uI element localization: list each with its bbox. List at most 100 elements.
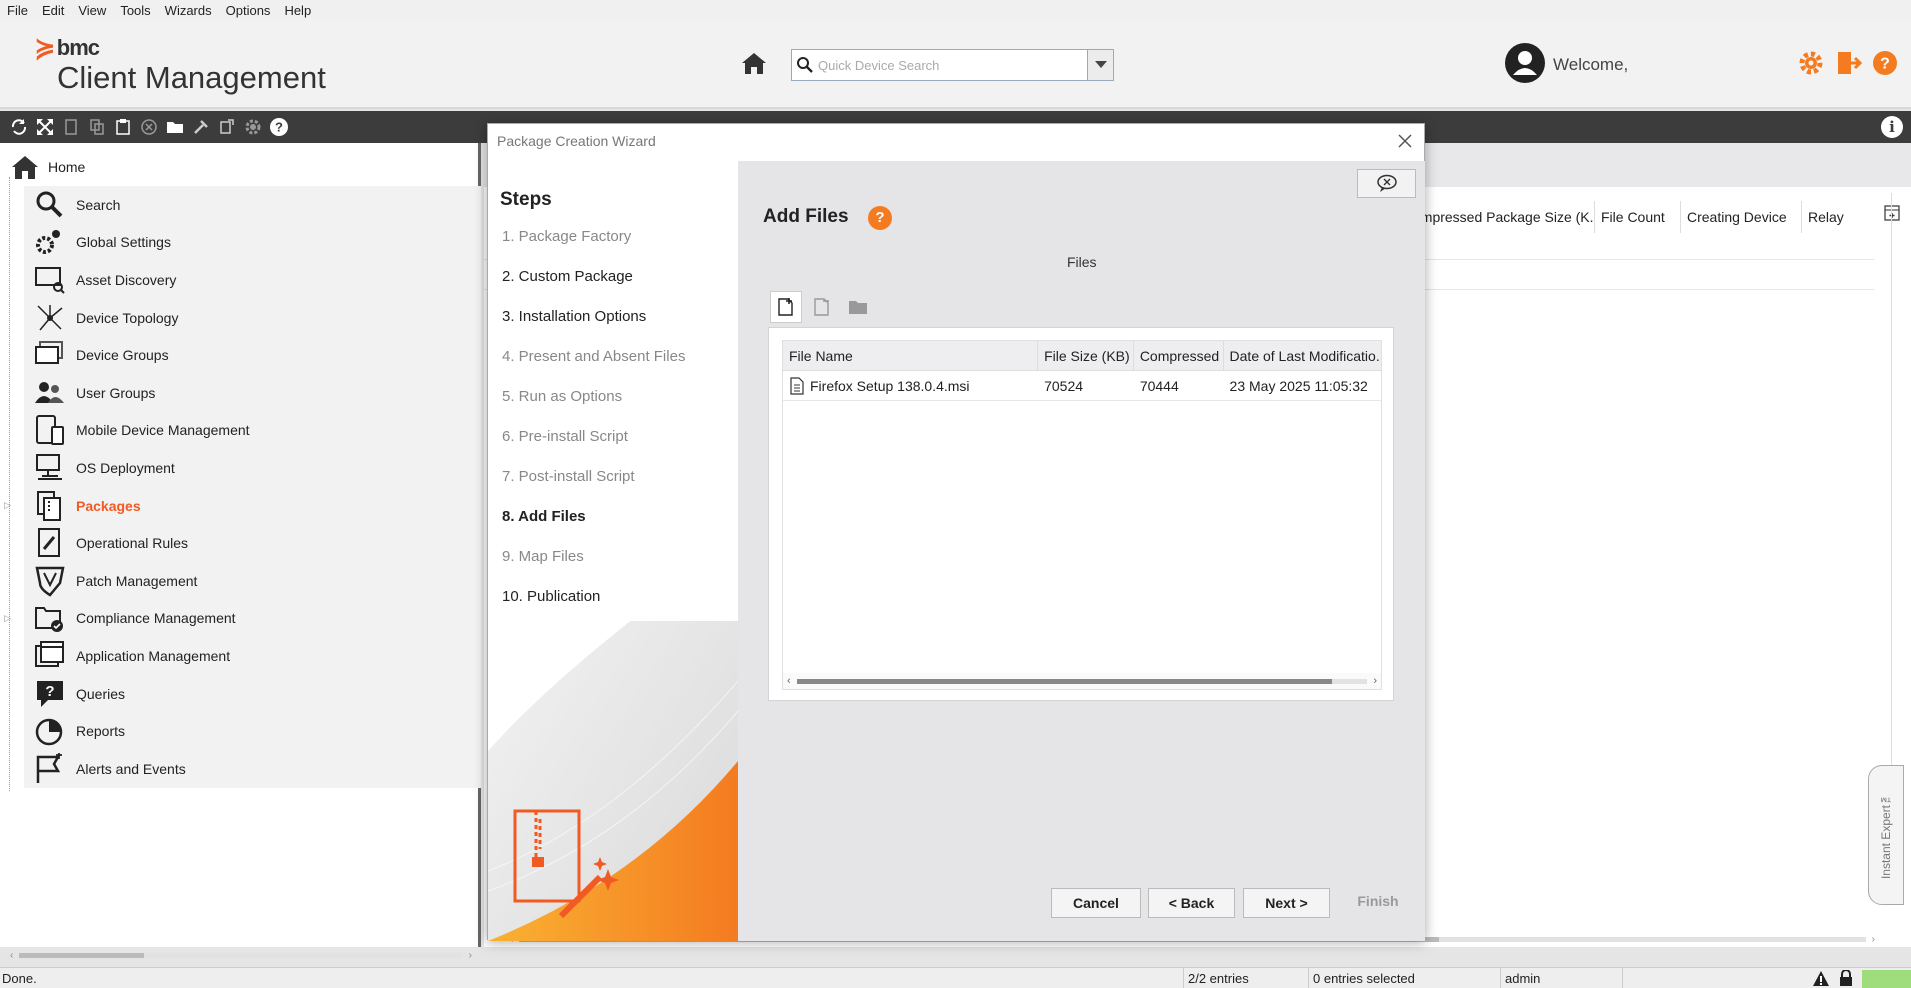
menu-help[interactable]: Help <box>277 3 318 18</box>
sidebar-item-asset-discovery[interactable]: Asset Discovery <box>24 261 481 299</box>
sidebar-item-search[interactable]: Search <box>24 186 481 224</box>
help-circle-icon[interactable]: ? <box>268 116 290 138</box>
sidebar-item-label: Packages <box>76 497 141 514</box>
scroll-right-icon[interactable]: › <box>469 950 472 961</box>
instant-expert-label: Instant Expert™ <box>1879 790 1893 880</box>
page-title: Add Files <box>763 206 849 227</box>
col-file-size[interactable]: File Size (KB) <box>1038 341 1134 370</box>
nav-horizontal-scrollbar[interactable]: ‹ › <box>10 948 472 962</box>
col-creating-device[interactable]: Creating Device <box>1681 201 1802 233</box>
menu-wizards[interactable]: Wizards <box>158 3 219 18</box>
scroll-right-icon[interactable]: › <box>1872 934 1875 945</box>
files-table-header: File Name File Size (KB) Compressed Date… <box>783 341 1381 371</box>
sidebar-item-operational-rules[interactable]: Operational Rules <box>24 524 481 562</box>
sidebar-item-mobile-device-management[interactable]: Mobile Device Management <box>24 412 481 450</box>
sidebar-item-packages[interactable]: ▷ Packages <box>4 487 481 525</box>
sidebar-item-label: User Groups <box>76 384 156 401</box>
paste-icon[interactable] <box>112 116 134 138</box>
warning-icon[interactable] <box>1812 970 1830 987</box>
files-horizontal-scrollbar[interactable]: ‹ › <box>783 673 1381 689</box>
files-label: Files <box>1067 254 1097 270</box>
help-badge[interactable]: ? <box>868 206 892 230</box>
col-date-modified[interactable]: Date of Last Modificatio... <box>1224 341 1381 370</box>
col-compressed-size[interactable]: ompressed Package Size (K... <box>1407 201 1595 233</box>
wizard-close-button[interactable] <box>1394 130 1416 152</box>
expand-toggle-icon[interactable]: ▷ <box>4 613 11 624</box>
menu-view[interactable]: View <box>71 3 113 18</box>
sidebar-item-application-management[interactable]: Application Management <box>24 637 481 675</box>
users-icon <box>34 377 66 409</box>
nav-scroll-thumb[interactable] <box>19 952 145 958</box>
tree-connector <box>9 177 25 791</box>
status-bar: Done. 2/2 entries 0 entries selected adm… <box>0 967 1911 988</box>
file-toolbar <box>770 291 878 323</box>
col-file-count[interactable]: File Count <box>1595 201 1681 233</box>
wizard-step: 6. Pre-install Script <box>502 428 628 445</box>
expand-toggle-icon[interactable]: ▷ <box>4 500 11 511</box>
sidebar-item-alerts-and-events[interactable]: Alerts and Events <box>24 750 481 788</box>
sidebar-item-label: Global Settings <box>76 234 171 251</box>
remove-file-button[interactable] <box>806 291 838 323</box>
file-icon <box>790 376 804 395</box>
menu-edit[interactable]: Edit <box>35 3 71 18</box>
menu-tools[interactable]: Tools <box>113 3 157 18</box>
next-button[interactable]: Next > <box>1243 888 1330 918</box>
sidebar-item-global-settings[interactable]: Global Settings <box>24 224 481 262</box>
logout-button[interactable] <box>1834 49 1863 77</box>
chat-button[interactable] <box>1357 169 1416 198</box>
col-compressed[interactable]: Compressed <box>1134 341 1224 370</box>
instant-expert-tab[interactable]: Instant Expert™ <box>1868 765 1904 905</box>
col-relay[interactable]: Relay <box>1802 201 1854 233</box>
compliance-icon <box>34 602 66 634</box>
scroll-left-icon[interactable]: ‹ <box>783 675 791 687</box>
menu-options[interactable]: Options <box>219 3 278 18</box>
col-file-name[interactable]: File Name <box>783 341 1039 370</box>
scroll-left-icon[interactable]: ‹ <box>10 950 13 961</box>
wizard-step[interactable]: 10. Publication <box>502 588 600 605</box>
wizard-step: 7. Post-install Script <box>502 468 635 485</box>
help-button[interactable]: ? <box>1871 49 1899 77</box>
wizard-step[interactable]: 2. Custom Package <box>502 268 633 285</box>
wizard-step[interactable]: 3. Installation Options <box>502 308 646 325</box>
sidebar-item-os-deployment[interactable]: OS Deployment <box>24 449 481 487</box>
home-button[interactable] <box>739 48 769 78</box>
back-button[interactable]: < Back <box>1148 888 1235 918</box>
add-folder-button[interactable] <box>842 291 874 323</box>
table-row[interactable]: Firefox Setup 138.0.4.msi 70524 70444 23… <box>783 371 1381 401</box>
add-file-button[interactable] <box>770 291 802 323</box>
settings-button[interactable] <box>1797 49 1825 77</box>
sidebar-item-device-topology[interactable]: Device Topology <box>24 299 481 337</box>
transfer-icon[interactable] <box>216 116 238 138</box>
copy-icon[interactable] <box>86 116 108 138</box>
status-divider <box>1183 968 1184 988</box>
gears-icon <box>34 226 66 258</box>
info-icon[interactable]: i <box>1881 116 1903 138</box>
sidebar-item-patch-management[interactable]: Patch Management <box>24 562 481 600</box>
delete-icon[interactable] <box>138 116 160 138</box>
lock-icon[interactable] <box>1838 970 1854 987</box>
folder-icon[interactable] <box>164 116 186 138</box>
scroll-right-icon[interactable]: › <box>1373 675 1381 687</box>
sidebar-item-compliance-management[interactable]: ▷ Compliance Management <box>4 600 481 638</box>
os-deploy-icon <box>34 452 66 484</box>
search-dropdown-button[interactable] <box>1087 50 1113 80</box>
gear-icon[interactable] <box>242 116 264 138</box>
wizard-step[interactable]: 8. Add Files <box>502 508 586 525</box>
avatar[interactable] <box>1505 43 1545 83</box>
refresh-icon[interactable] <box>8 116 30 138</box>
expand-icon[interactable] <box>34 116 56 138</box>
status-divider <box>1308 968 1309 988</box>
menu-file[interactable]: File <box>0 3 35 18</box>
sidebar-item-queries[interactable]: ? Queries <box>24 675 481 713</box>
search-input[interactable] <box>818 50 1087 80</box>
sidebar-item-reports[interactable]: Reports <box>24 712 481 750</box>
new-document-icon[interactable] <box>60 116 82 138</box>
selected-count: 0 entries selected <box>1313 971 1415 986</box>
sidebar-item-device-groups[interactable]: Device Groups <box>24 336 481 374</box>
files-scroll-thumb[interactable] <box>796 678 1332 684</box>
cancel-button[interactable]: Cancel <box>1051 888 1141 918</box>
tools-icon[interactable] <box>190 116 212 138</box>
sidebar-item-user-groups[interactable]: User Groups <box>24 374 481 412</box>
finish-button[interactable]: Finish <box>1338 886 1418 916</box>
monitor-search-icon <box>34 264 66 296</box>
